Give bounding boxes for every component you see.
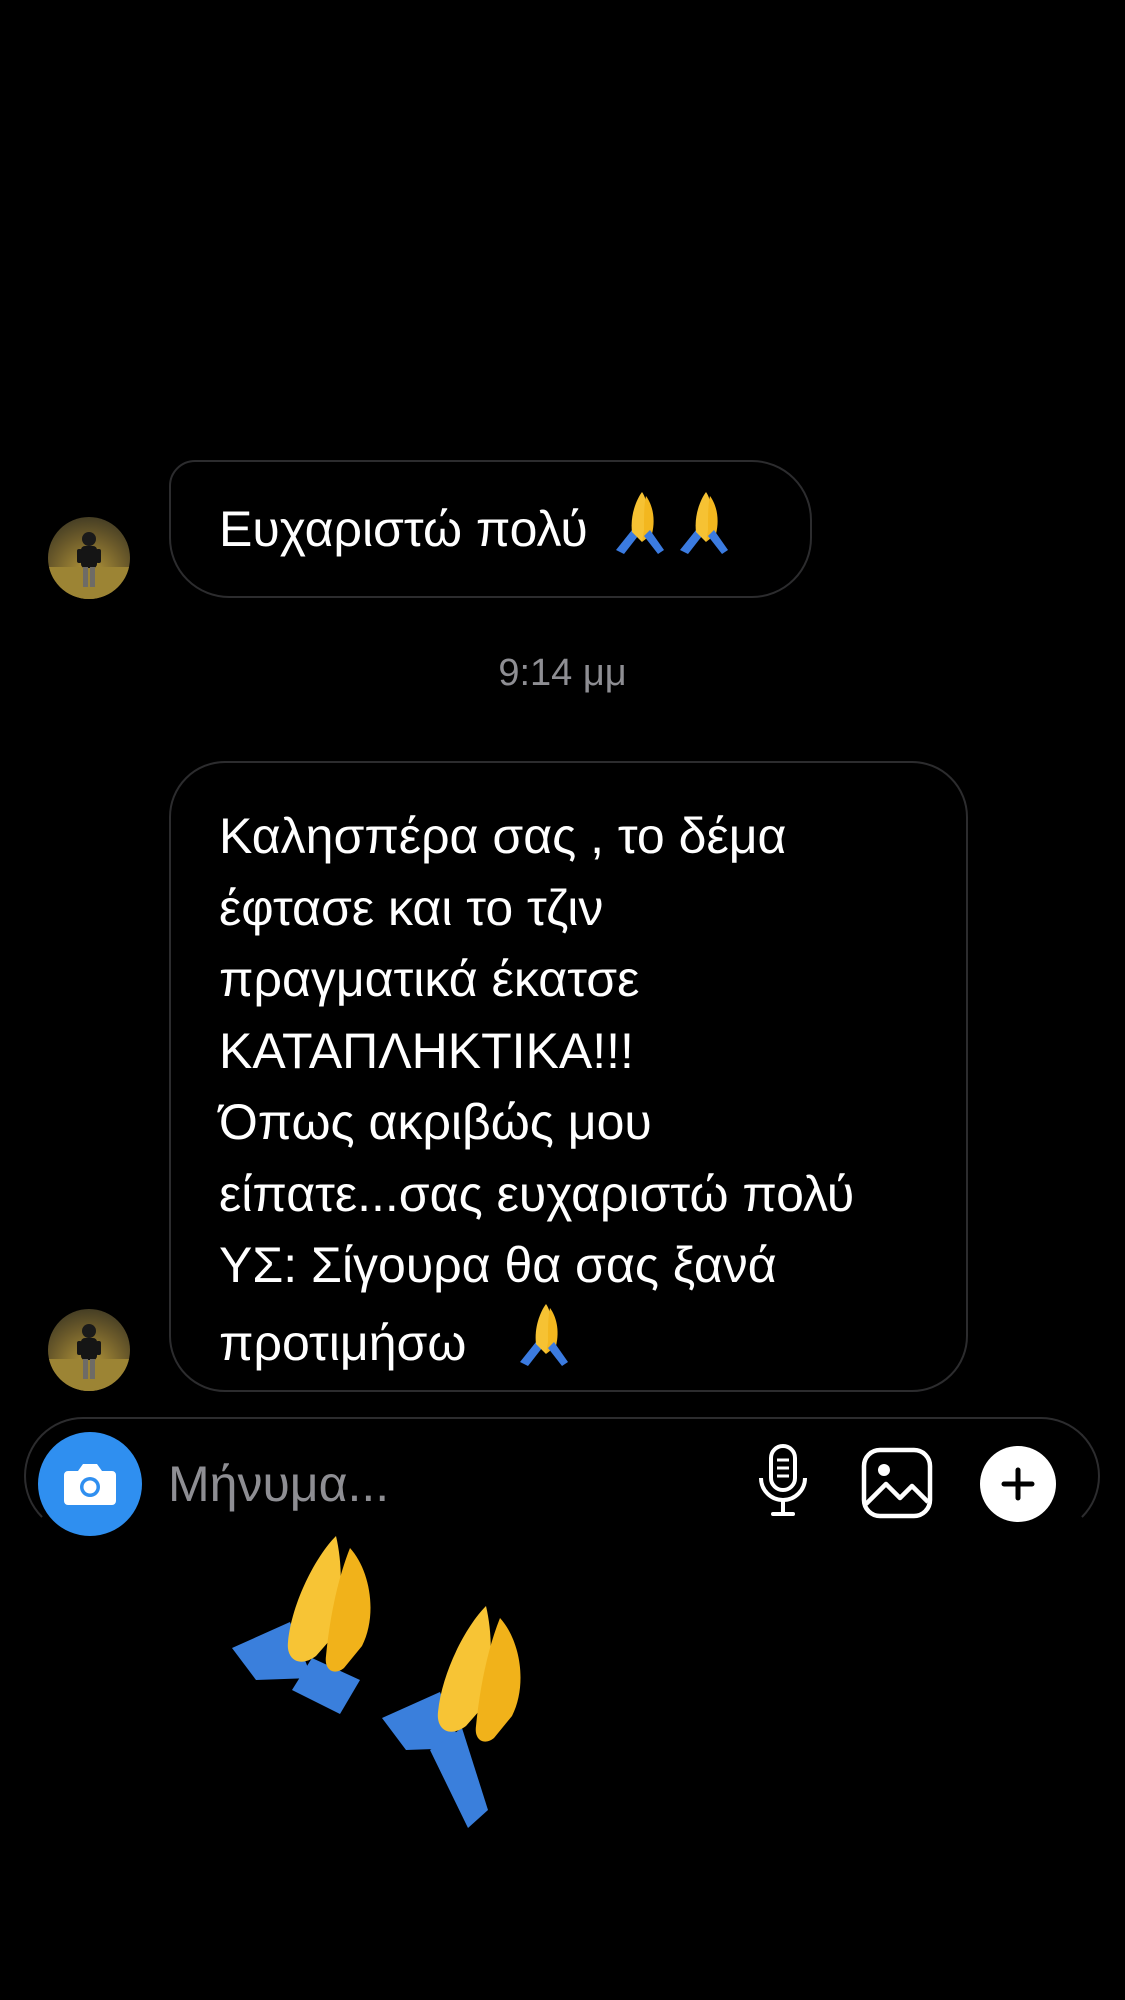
microphone-button[interactable]	[748, 1440, 818, 1524]
avatar-photo-icon	[48, 1324, 130, 1391]
contact-avatar[interactable]	[48, 517, 130, 599]
message-timestamp: 9:14 μμ	[498, 652, 627, 694]
message-line: Όπως ακριβώς μου	[219, 1094, 652, 1150]
add-content-button[interactable]	[980, 1446, 1056, 1522]
message-text: Ευχαριστώ πολύ	[219, 501, 588, 557]
message-input[interactable]	[168, 1448, 708, 1520]
message-bubble[interactable]: Καλησπέρα σας , το δέμα έφτασε και το τζ…	[169, 761, 968, 1392]
message-line: ΚΑΤΑΠΛΗΚΤΙΚΑ!!!	[219, 1022, 634, 1079]
gallery-button[interactable]	[858, 1444, 936, 1522]
message-line: προτιμήσω	[219, 1314, 467, 1371]
message-line-with-emoji: προτιμήσω	[219, 1302, 926, 1388]
message-line: ΥΣ: Σίγουρα θα σας ξανά	[219, 1237, 777, 1293]
gallery-icon	[861, 1447, 933, 1519]
message-bubble[interactable]: Ευχαριστώ πολύ	[169, 460, 812, 598]
pray-emoji-icon	[602, 490, 738, 568]
contact-avatar[interactable]	[48, 1309, 130, 1391]
camera-button[interactable]	[38, 1432, 142, 1536]
message-line: Καλησπέρα σας , το δέμα	[219, 808, 787, 864]
message-line: έφτασε και το τζιν	[219, 879, 604, 936]
avatar-photo-icon	[48, 532, 130, 599]
microphone-icon	[759, 1444, 807, 1516]
pray-sticker-icon[interactable]	[220, 1530, 600, 1830]
camera-icon	[64, 1464, 116, 1505]
pray-emoji-icon	[506, 1302, 574, 1388]
plus-icon	[1001, 1467, 1035, 1501]
message-line: πραγματικά έκατσε	[219, 951, 640, 1007]
message-line: είπατε...σας ευχαριστώ πολύ	[219, 1165, 855, 1222]
